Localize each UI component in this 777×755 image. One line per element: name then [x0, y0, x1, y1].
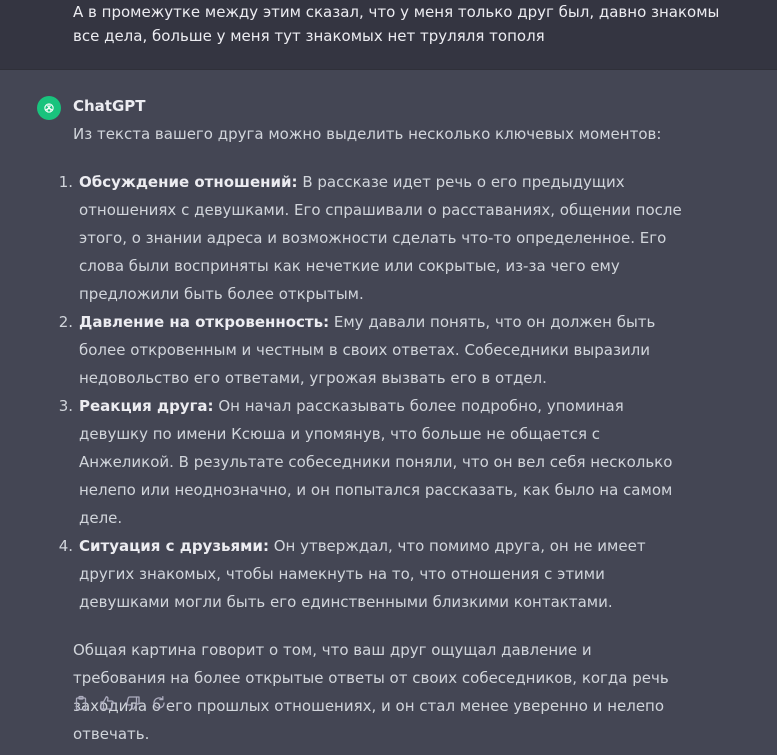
list-item-title: Обсуждение отношений:	[79, 173, 298, 191]
response-summary: Общая картина говорит о том, что ваш дру…	[73, 641, 669, 743]
list-item-title: Реакция друга:	[79, 397, 214, 415]
copy-icon	[75, 695, 87, 711]
thumbs-up-button[interactable]	[99, 695, 115, 711]
list-item-number: 2.	[58, 313, 73, 331]
thumbs-down-icon	[126, 696, 140, 710]
user-message: А в промежутке между этим сказал, что у …	[73, 0, 723, 48]
key-points-list: 1. Обсуждение отношений: В рассказе идет…	[59, 168, 688, 616]
regenerate-icon	[153, 695, 165, 709]
list-item: 3. Реакция друга: Он начал рассказывать …	[59, 392, 688, 532]
regenerate-button[interactable]	[151, 695, 167, 711]
list-item-text: Он начал рассказывать более подробно, уп…	[79, 397, 673, 527]
copy-button[interactable]	[73, 695, 89, 711]
user-message-line-1: А в промежутке между этим сказал, что у …	[73, 3, 720, 21]
list-item-title: Давление на откровенность:	[79, 313, 330, 331]
list-item-text: В рассказе идет речь о его предыдущих от…	[79, 173, 682, 303]
message-actions	[73, 695, 167, 711]
list-item-number: 1.	[58, 173, 73, 191]
list-item-number: 3.	[58, 397, 73, 415]
sender-name: ChatGPT	[73, 97, 146, 115]
assistant-response: Из текста вашего друга можно выделить не…	[59, 120, 688, 748]
list-item: 2. Давление на откровенность: Ему давали…	[59, 308, 688, 392]
thumbs-down-button[interactable]	[125, 695, 141, 711]
user-message-line-2: все дела, больше у меня тут знакомых нет…	[73, 27, 545, 45]
response-intro: Из текста вашего друга можно выделить не…	[73, 125, 662, 143]
thumbs-up-icon	[100, 696, 114, 710]
list-item: 1. Обсуждение отношений: В рассказе идет…	[59, 168, 688, 308]
list-item: 4. Ситуация с друзьями: Он утверждал, чт…	[59, 532, 688, 616]
assistant-message: ChatGPT Из текста вашего друга можно выд…	[0, 70, 777, 755]
openai-logo-icon	[37, 96, 61, 120]
list-item-number: 4.	[58, 537, 73, 555]
list-item-title: Ситуация с друзьями:	[79, 537, 269, 555]
